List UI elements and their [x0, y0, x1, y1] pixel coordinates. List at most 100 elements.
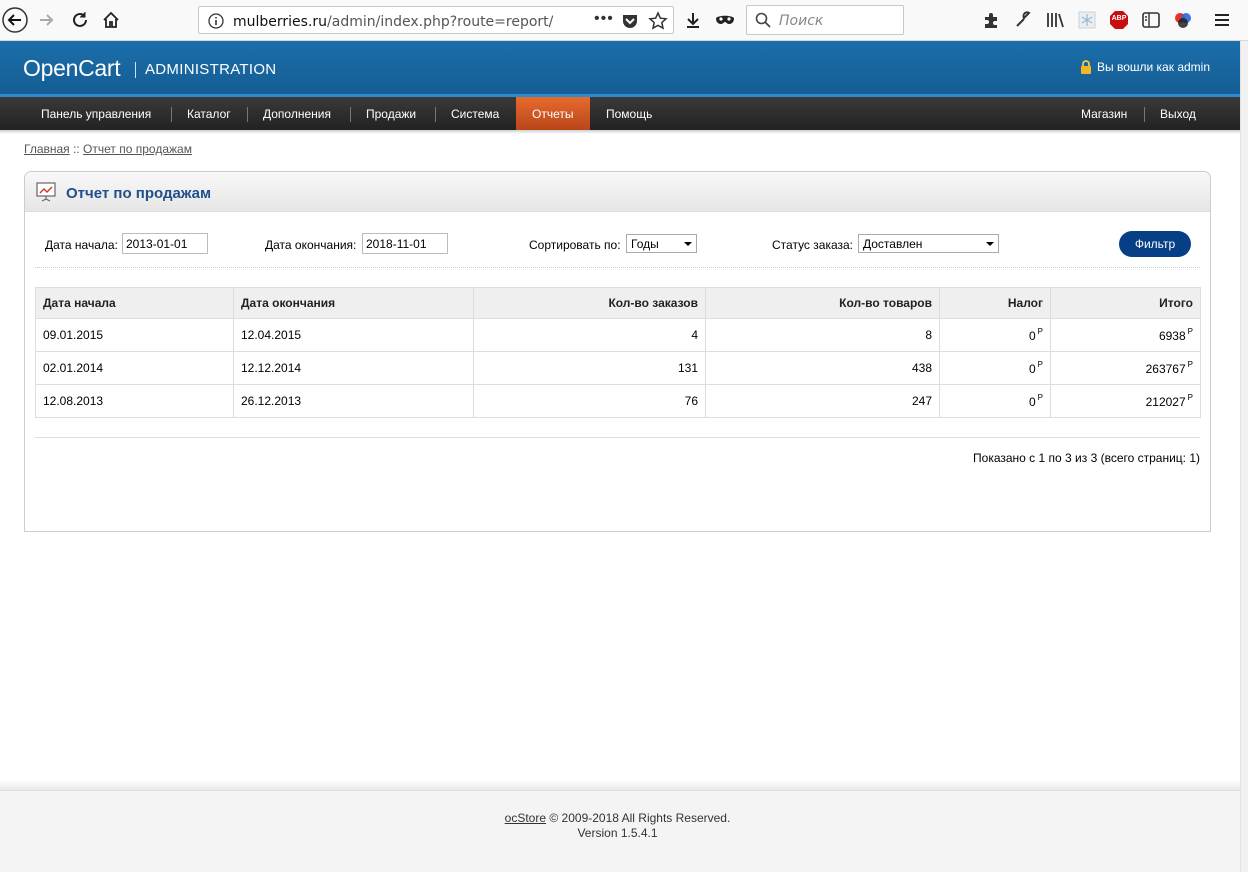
downloads-button[interactable] [681, 8, 705, 32]
magnifier-icon [755, 12, 771, 28]
group-by-select[interactable]: Годы [626, 234, 697, 253]
download-icon [687, 13, 699, 28]
currency-symbol: Р [1187, 326, 1193, 336]
date-end-label: Дата окончания: [265, 238, 357, 252]
pagination-info: Показано с 1 по 3 из 3 (всего страниц: 1… [973, 451, 1200, 465]
mask-icon [716, 15, 734, 24]
menu-dashboard[interactable]: Панель управления [25, 97, 167, 130]
lock-icon [1081, 60, 1091, 74]
menu-extensions[interactable]: Дополнения [247, 97, 347, 130]
presentation-board-icon [36, 182, 56, 202]
reader-view-button[interactable] [1139, 8, 1163, 32]
extensions-button[interactable] [979, 8, 1003, 32]
menu-help[interactable]: Помощь [590, 97, 668, 130]
menu-reports[interactable]: Отчеты [516, 97, 590, 130]
url-bar[interactable]: mulberries.ru/admin/index.php?route=repo… [198, 6, 674, 34]
back-arrow-icon [2, 7, 28, 33]
table-row: 12.08.2013 26.12.2013 76 247 0Р 212027 Р [35, 384, 1201, 418]
wrench-icon [1016, 11, 1031, 27]
group-by-value: Годы [631, 237, 659, 251]
snowflake-extension-button[interactable] [1075, 8, 1099, 32]
developer-tools-button[interactable] [1011, 8, 1035, 32]
group-by-label: Сортировать по: [529, 238, 621, 252]
more-actions-icon[interactable]: ••• [594, 10, 614, 28]
cell-tax: 0Р [939, 318, 1051, 352]
admin-header: OpenCart ADMINISTRATION Вы вошли как adm… [0, 41, 1240, 96]
tax-value: 0 [1028, 394, 1036, 409]
filter-divider [35, 267, 1200, 268]
adblock-button[interactable]: ABP [1107, 8, 1131, 32]
cell-total: 6938 Р [1050, 318, 1201, 352]
home-button[interactable] [97, 6, 125, 34]
menu-system[interactable]: Система [435, 97, 515, 130]
pagination-divider [35, 437, 1200, 438]
pocket-icon[interactable] [621, 12, 639, 30]
date-end-input[interactable]: 2018-11-01 [362, 233, 448, 254]
reload-button[interactable] [66, 6, 94, 34]
private-mask-button[interactable] [713, 8, 737, 32]
date-start-input[interactable]: 2013-01-01 [122, 233, 208, 254]
menu-logout[interactable]: Выход [1144, 97, 1212, 130]
opencart-logo[interactable]: OpenCart [23, 55, 121, 82]
search-placeholder: Поиск [779, 13, 824, 29]
currency-symbol: Р [1037, 326, 1043, 336]
page-title: Отчет по продажам [66, 185, 212, 202]
currency-symbol: Р [1187, 359, 1193, 369]
footer-copyright: © 2009-2018 All Rights Reserved. [549, 811, 731, 825]
bookmark-star-icon[interactable] [648, 11, 668, 31]
cell-products: 438 [705, 351, 940, 385]
cell-date-end: 12.04.2015 [233, 318, 474, 352]
back-button[interactable] [1, 6, 29, 34]
library-button[interactable] [1043, 8, 1067, 32]
col-products[interactable]: Кол-во товаров [705, 287, 940, 319]
report-box-header: Отчет по продажам [25, 172, 1210, 212]
col-orders[interactable]: Кол-во заказов [473, 287, 706, 319]
col-date-end[interactable]: Дата окончания [233, 287, 474, 319]
footer: ocStore © 2009-2018 All Rights Reserved.… [0, 790, 1240, 872]
cell-total: 263767 Р [1050, 351, 1201, 385]
hamburger-icon [1215, 14, 1229, 26]
color-extension-button[interactable] [1171, 8, 1195, 32]
logo-divider [135, 62, 136, 78]
footer-text: ocStore © 2009-2018 All Rights Reserved.… [0, 811, 1235, 841]
chevron-down-icon [986, 242, 994, 246]
forward-arrow-icon [40, 14, 54, 26]
total-value: 212027 [1145, 394, 1186, 409]
browser-search-input[interactable]: Поиск [746, 5, 904, 35]
cell-orders: 131 [473, 351, 706, 385]
col-tax[interactable]: Налог [939, 287, 1051, 319]
table-row: 02.01.2014 12.12.2014 131 438 0Р 263767 Р [35, 351, 1201, 385]
forward-button[interactable] [33, 6, 61, 34]
sales-report-table: Дата начала Дата окончания Кол-во заказо… [35, 287, 1201, 418]
total-value: 6938 [1158, 328, 1186, 343]
breadcrumb-home[interactable]: Главная [24, 142, 70, 156]
page-scrollbar[interactable] [1240, 41, 1248, 872]
breadcrumb-current[interactable]: Отчет по продажам [83, 142, 192, 156]
cell-orders: 76 [473, 384, 706, 418]
menu-store[interactable]: Магазин [1065, 97, 1143, 130]
order-status-select[interactable]: Доставлен [858, 234, 999, 253]
ocstore-link[interactable]: ocStore [505, 811, 546, 825]
menu-catalog[interactable]: Каталог [171, 97, 247, 130]
menu-sales[interactable]: Продажи [350, 97, 432, 130]
user-status: Вы вошли как admin [1080, 60, 1210, 74]
url-path: /admin/index.php?route=report/sale_orc [327, 14, 553, 30]
info-icon[interactable] [208, 13, 224, 29]
currency-symbol: Р [1037, 359, 1043, 369]
menu-shadow [0, 130, 1240, 134]
cell-date-start: 02.01.2014 [35, 351, 234, 385]
puzzle-icon [985, 13, 997, 28]
col-total[interactable]: Итого [1050, 287, 1201, 319]
url-host: mulberries.ru [233, 14, 328, 30]
col-date-start[interactable]: Дата начала [35, 287, 234, 319]
filter-button[interactable]: Фильтр [1119, 231, 1191, 257]
cell-tax: 0Р [939, 384, 1051, 418]
order-status-value: Доставлен [863, 237, 923, 251]
browser-menu-button[interactable] [1210, 8, 1234, 32]
tax-value: 0 [1028, 328, 1036, 343]
sidebar-icon [1142, 12, 1160, 28]
order-status-label: Статус заказа: [772, 238, 854, 252]
browser-toolbar: mulberries.ru/admin/index.php?route=repo… [0, 0, 1248, 41]
cell-tax: 0Р [939, 351, 1051, 385]
cell-date-end: 12.12.2014 [233, 351, 474, 385]
